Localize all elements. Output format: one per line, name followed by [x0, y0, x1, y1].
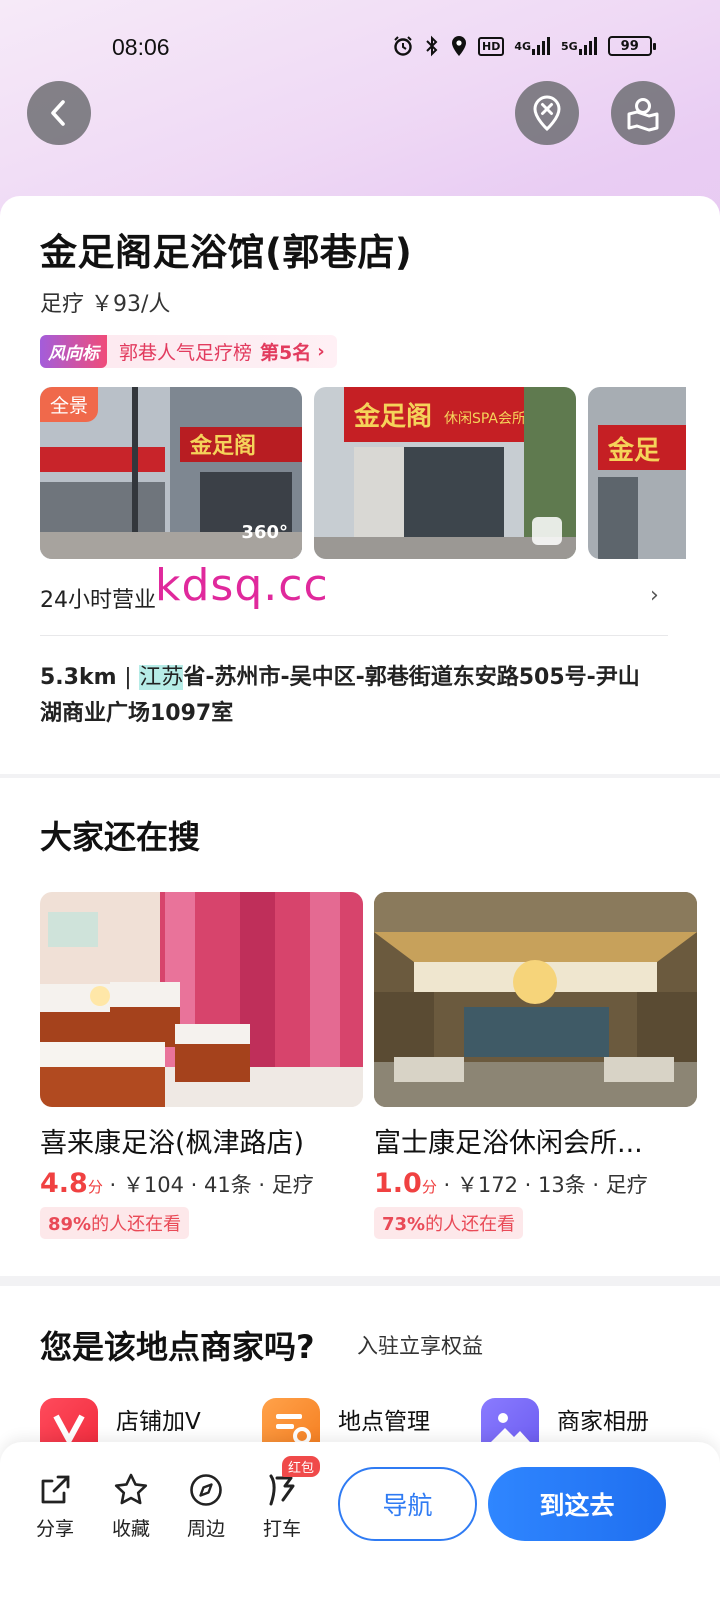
shop-title: 金足阁足浴馆(郭巷店) — [40, 231, 413, 274]
signal-4g-icon: 4G — [514, 36, 551, 56]
rank-tag: 风向标 — [40, 335, 107, 368]
alarm-icon — [392, 35, 414, 57]
storefront-image: 金足 — [588, 387, 686, 559]
chevron-right-icon[interactable]: › — [650, 583, 659, 608]
recommend-score: 1.0 — [374, 1168, 422, 1199]
map-user-button[interactable] — [611, 81, 675, 145]
watermark-text: kdsq.cc — [155, 560, 329, 611]
recommend-card[interactable]: 喜来康足浴(枫津路店) 4.8分 · ￥104 · 41条 · 足疗 89%的人… — [40, 892, 363, 1239]
business-hours[interactable]: 24小时营业 — [40, 582, 156, 614]
recommend-meta-text: · ￥104 · 41条 · 足疗 — [109, 1173, 314, 1197]
star-icon — [101, 1470, 161, 1510]
shop-photo[interactable]: 金足阁 休闲SPA会所 — [314, 387, 576, 559]
score-unit: 分 — [87, 1178, 103, 1196]
service-label: 店铺加V — [116, 1409, 201, 1435]
merchant-subtitle[interactable]: 入驻立享权益 — [357, 1330, 483, 1360]
recommend-card[interactable]: 富士康足浴休闲会所... 1.0分 · ￥172 · 13条 · 足疗 73%的… — [374, 892, 697, 1239]
rank-badge[interactable]: 风向标 郭巷人气足疗榜 第5名 › — [40, 335, 337, 368]
taxi-label: 打车 — [262, 1518, 301, 1540]
nearby-button[interactable]: 周边 — [176, 1470, 236, 1541]
favorite-label: 收藏 — [111, 1518, 150, 1540]
recommend-image — [40, 892, 363, 1107]
share-button[interactable]: 分享 — [25, 1470, 85, 1541]
recommend-meta: 1.0分 · ￥172 · 13条 · 足疗 — [374, 1168, 697, 1199]
shop-category-price: 足疗 ￥93/人 — [40, 292, 171, 317]
recommend-name: 喜来康足浴(枫津路店) — [40, 1128, 305, 1159]
recommend-meta: 4.8分 · ￥104 · 41条 · 足疗 — [40, 1168, 363, 1199]
svg-text:金足阁: 金足阁 — [189, 433, 256, 459]
chevron-left-icon — [51, 100, 65, 126]
rank-text: 郭巷人气足疗榜 — [119, 342, 253, 364]
bluetooth-icon — [424, 35, 440, 57]
merchant-title: 您是该地点商家吗? — [40, 1328, 315, 1366]
location-icon — [450, 35, 468, 57]
shop-address[interactable]: 5.3km | 江苏省-苏州市-吴中区-郭巷街道东安路505号-尹山湖商业广场1… — [40, 660, 660, 732]
service-label: 商家相册 — [557, 1409, 649, 1435]
rank-position: 第5名 — [260, 342, 312, 364]
back-button[interactable] — [27, 81, 91, 145]
360-icon: 360° — [241, 522, 288, 543]
status-time: 08:06 — [112, 34, 170, 60]
map-person-icon — [627, 98, 659, 132]
recommend-image — [374, 892, 697, 1107]
report-error-button[interactable] — [515, 81, 579, 145]
panorama-photo[interactable]: 金足阁 全景 360° — [40, 387, 302, 559]
viewing-pill: 89%的人还在看 — [40, 1207, 190, 1239]
svg-text:休闲SPA会所: 休闲SPA会所 — [444, 411, 526, 427]
svg-text:金足: 金足 — [607, 435, 660, 466]
divider — [40, 635, 668, 636]
go-here-button[interactable]: 到这去 — [488, 1467, 666, 1541]
viewing-percent: 89% — [48, 1214, 92, 1235]
location-error-icon — [533, 95, 561, 132]
viewing-pill: 73%的人还在看 — [374, 1207, 524, 1239]
recommend-meta-text: · ￥172 · 13条 · 足疗 — [443, 1173, 648, 1197]
panorama-tag: 全景 — [40, 387, 99, 422]
favorite-button[interactable]: 收藏 — [101, 1470, 161, 1541]
nearby-label: 周边 — [186, 1518, 225, 1540]
hd-icon: HD — [478, 36, 505, 56]
address-separator: | — [124, 665, 132, 690]
recommend-title: 大家还在搜 — [40, 818, 201, 856]
address-distance: 5.3km — [40, 665, 117, 690]
shop-photo[interactable]: 金足 — [588, 387, 686, 559]
share-label: 分享 — [35, 1518, 74, 1540]
score-unit: 分 — [421, 1178, 437, 1196]
taxi-button[interactable]: 打车 — [252, 1470, 312, 1541]
status-bar: 08:06 HD 4G 5G 99 — [0, 0, 720, 90]
address-highlight: 江苏 — [139, 665, 184, 690]
recommend-score: 4.8 — [40, 1168, 88, 1199]
viewing-percent: 73% — [382, 1214, 426, 1235]
chevron-right-icon: › — [317, 341, 325, 362]
status-icons: HD 4G 5G 99 — [392, 33, 656, 59]
viewing-text: 的人还在看 — [91, 1214, 182, 1235]
viewing-text: 的人还在看 — [425, 1214, 516, 1235]
compass-icon — [176, 1470, 236, 1510]
navigate-button[interactable]: 导航 — [338, 1467, 477, 1541]
recommend-name: 富士康足浴休闲会所... — [374, 1128, 643, 1159]
hongbao-badge: 红包 — [282, 1456, 321, 1477]
signal-5g-icon: 5G — [561, 36, 598, 56]
svg-text:金足阁: 金足阁 — [353, 401, 432, 432]
service-label: 地点管理 — [338, 1409, 430, 1435]
photo-icon — [532, 517, 562, 545]
share-icon — [25, 1470, 85, 1510]
battery-icon: 99 — [607, 36, 656, 56]
